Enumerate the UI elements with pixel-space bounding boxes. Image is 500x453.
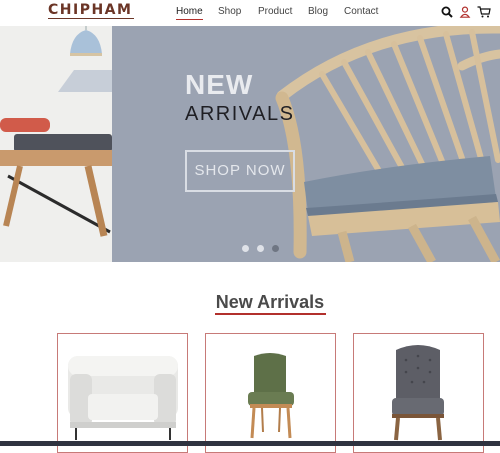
search-icon[interactable] [441,5,453,18]
nav-shop[interactable]: Shop [218,6,241,17]
nav-contact[interactable]: Contact [344,6,378,17]
product-card-grey-tufted-chair[interactable] [353,333,484,453]
hero-title-arrivals: ARRIVALS [185,103,295,125]
nav-home[interactable]: Home [176,6,203,20]
shop-now-button[interactable]: SHOP NOW [185,150,295,192]
hero-title-new: NEW [185,69,254,100]
site-header: CHIPHAM Home Shop Product Blog Contact [0,0,500,26]
white-armchair-image [68,356,178,440]
slider-dot-3[interactable] [272,245,279,252]
grey-tufted-chair-image [392,345,444,441]
bottom-bar [0,441,500,446]
hero-left-image [0,26,112,262]
slider-dot-1[interactable] [242,245,249,252]
logo-underline [48,18,134,19]
hero-main-image [112,26,500,262]
hero-slider: NEW ARRIVALS SHOP NOW [0,26,500,262]
product-card-green-chair[interactable] [205,333,336,453]
logo[interactable]: CHIPHAM [48,3,136,19]
section-title: New Arrivals [215,292,325,312]
nav-blog[interactable]: Blog [308,6,328,17]
user-icon[interactable] [459,5,471,18]
slider-dot-2[interactable] [257,245,264,252]
nav-product[interactable]: Product [258,6,292,17]
green-chair-image [248,353,294,439]
product-card-white-armchair[interactable] [57,333,188,453]
cart-icon[interactable] [477,5,491,18]
section-title-underline [215,313,326,315]
